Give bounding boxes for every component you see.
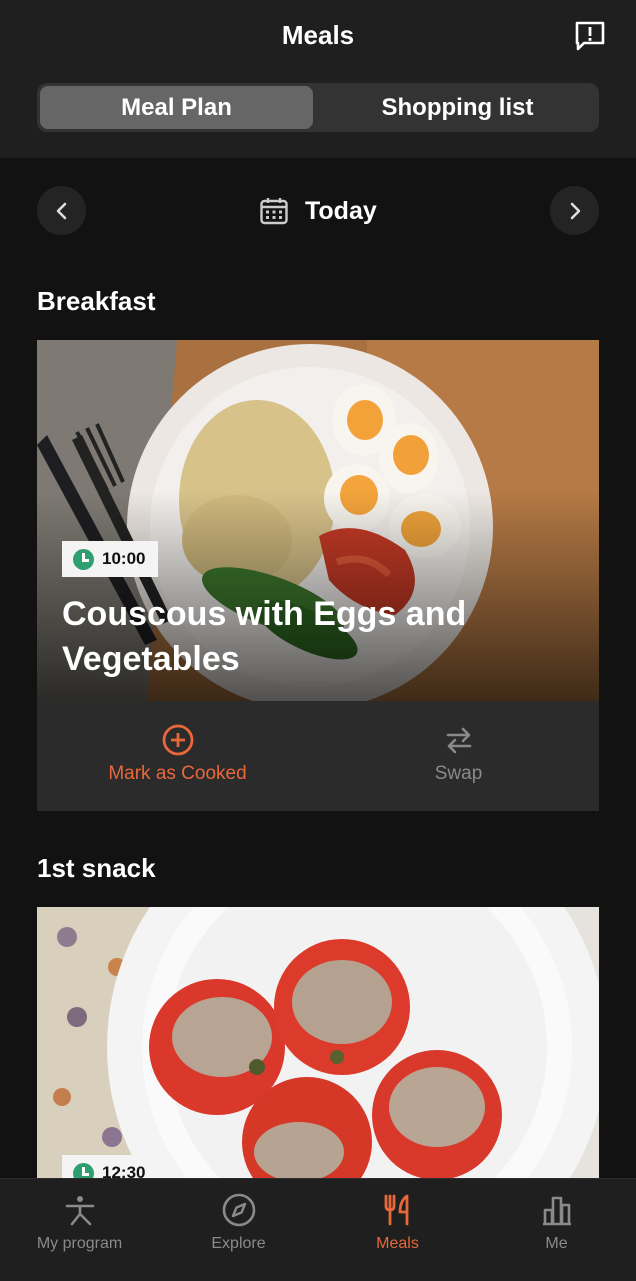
tab-shopping-list[interactable]: Shopping list [319,86,596,129]
mark-as-cooked-label: Mark as Cooked [108,763,247,784]
prev-day-button[interactable] [37,186,86,235]
next-day-button[interactable] [550,186,599,235]
date-navigation: Today [0,186,636,236]
snack-photo[interactable]: 12:30 [37,907,599,1179]
meal-photo[interactable]: 10:00 Couscous with Eggs and Vegetables [37,340,599,701]
calendar-icon [260,198,288,225]
swap-arrows-icon [446,727,471,754]
stretch-icon [65,1196,94,1226]
swap-button[interactable]: Swap [318,723,599,785]
meal-card-snack[interactable]: 12:30 [37,907,599,1179]
tab-explore[interactable]: Explore [159,1193,318,1253]
date-selector[interactable]: Today [259,196,377,226]
tab-label: Explore [211,1235,266,1252]
top-bar: Meals Meal Plan Shopping list [0,0,636,158]
meal-view-switcher: Meal Plan Shopping list [37,83,599,132]
chevron-right-icon [570,202,580,219]
bottom-tab-bar: My program Explore Meals Me [0,1178,636,1281]
meal-card-breakfast[interactable]: 10:00 Couscous with Eggs and Vegetables … [37,340,599,811]
clock-icon [73,548,94,570]
bar-chart-icon [542,1196,571,1226]
message-alert-icon[interactable] [574,20,606,52]
tab-me[interactable]: Me [477,1193,636,1253]
section-title-snack: 1st snack [37,853,156,883]
meal-time: 10:00 [102,549,146,568]
section-title-breakfast: Breakfast [37,286,156,316]
clock-icon [73,1162,94,1179]
meal-time: 12:30 [102,1163,146,1179]
meal-time-badge: 12:30 [62,1155,159,1179]
meal-time-badge: 10:00 [62,541,159,577]
chevron-left-icon [56,202,66,219]
plus-circle-icon [162,724,193,756]
tab-meal-plan[interactable]: Meal Plan [40,86,313,129]
meal-actions: Mark as Cooked Swap [37,701,599,811]
meal-name: Couscous with Eggs and Vegetables [62,595,467,678]
fork-knife-icon [384,1194,408,1226]
swap-label: Swap [434,763,483,784]
tab-label: Meals [376,1235,419,1252]
page-title: Meals [281,20,355,50]
tab-label: Me [545,1235,568,1252]
mark-as-cooked-button[interactable]: Mark as Cooked [37,723,318,785]
compass-icon [222,1193,255,1227]
tab-my-program[interactable]: My program [0,1193,159,1253]
tab-label: My program [36,1235,123,1252]
date-label: Today [305,196,377,225]
tab-meals[interactable]: Meals [318,1193,477,1253]
